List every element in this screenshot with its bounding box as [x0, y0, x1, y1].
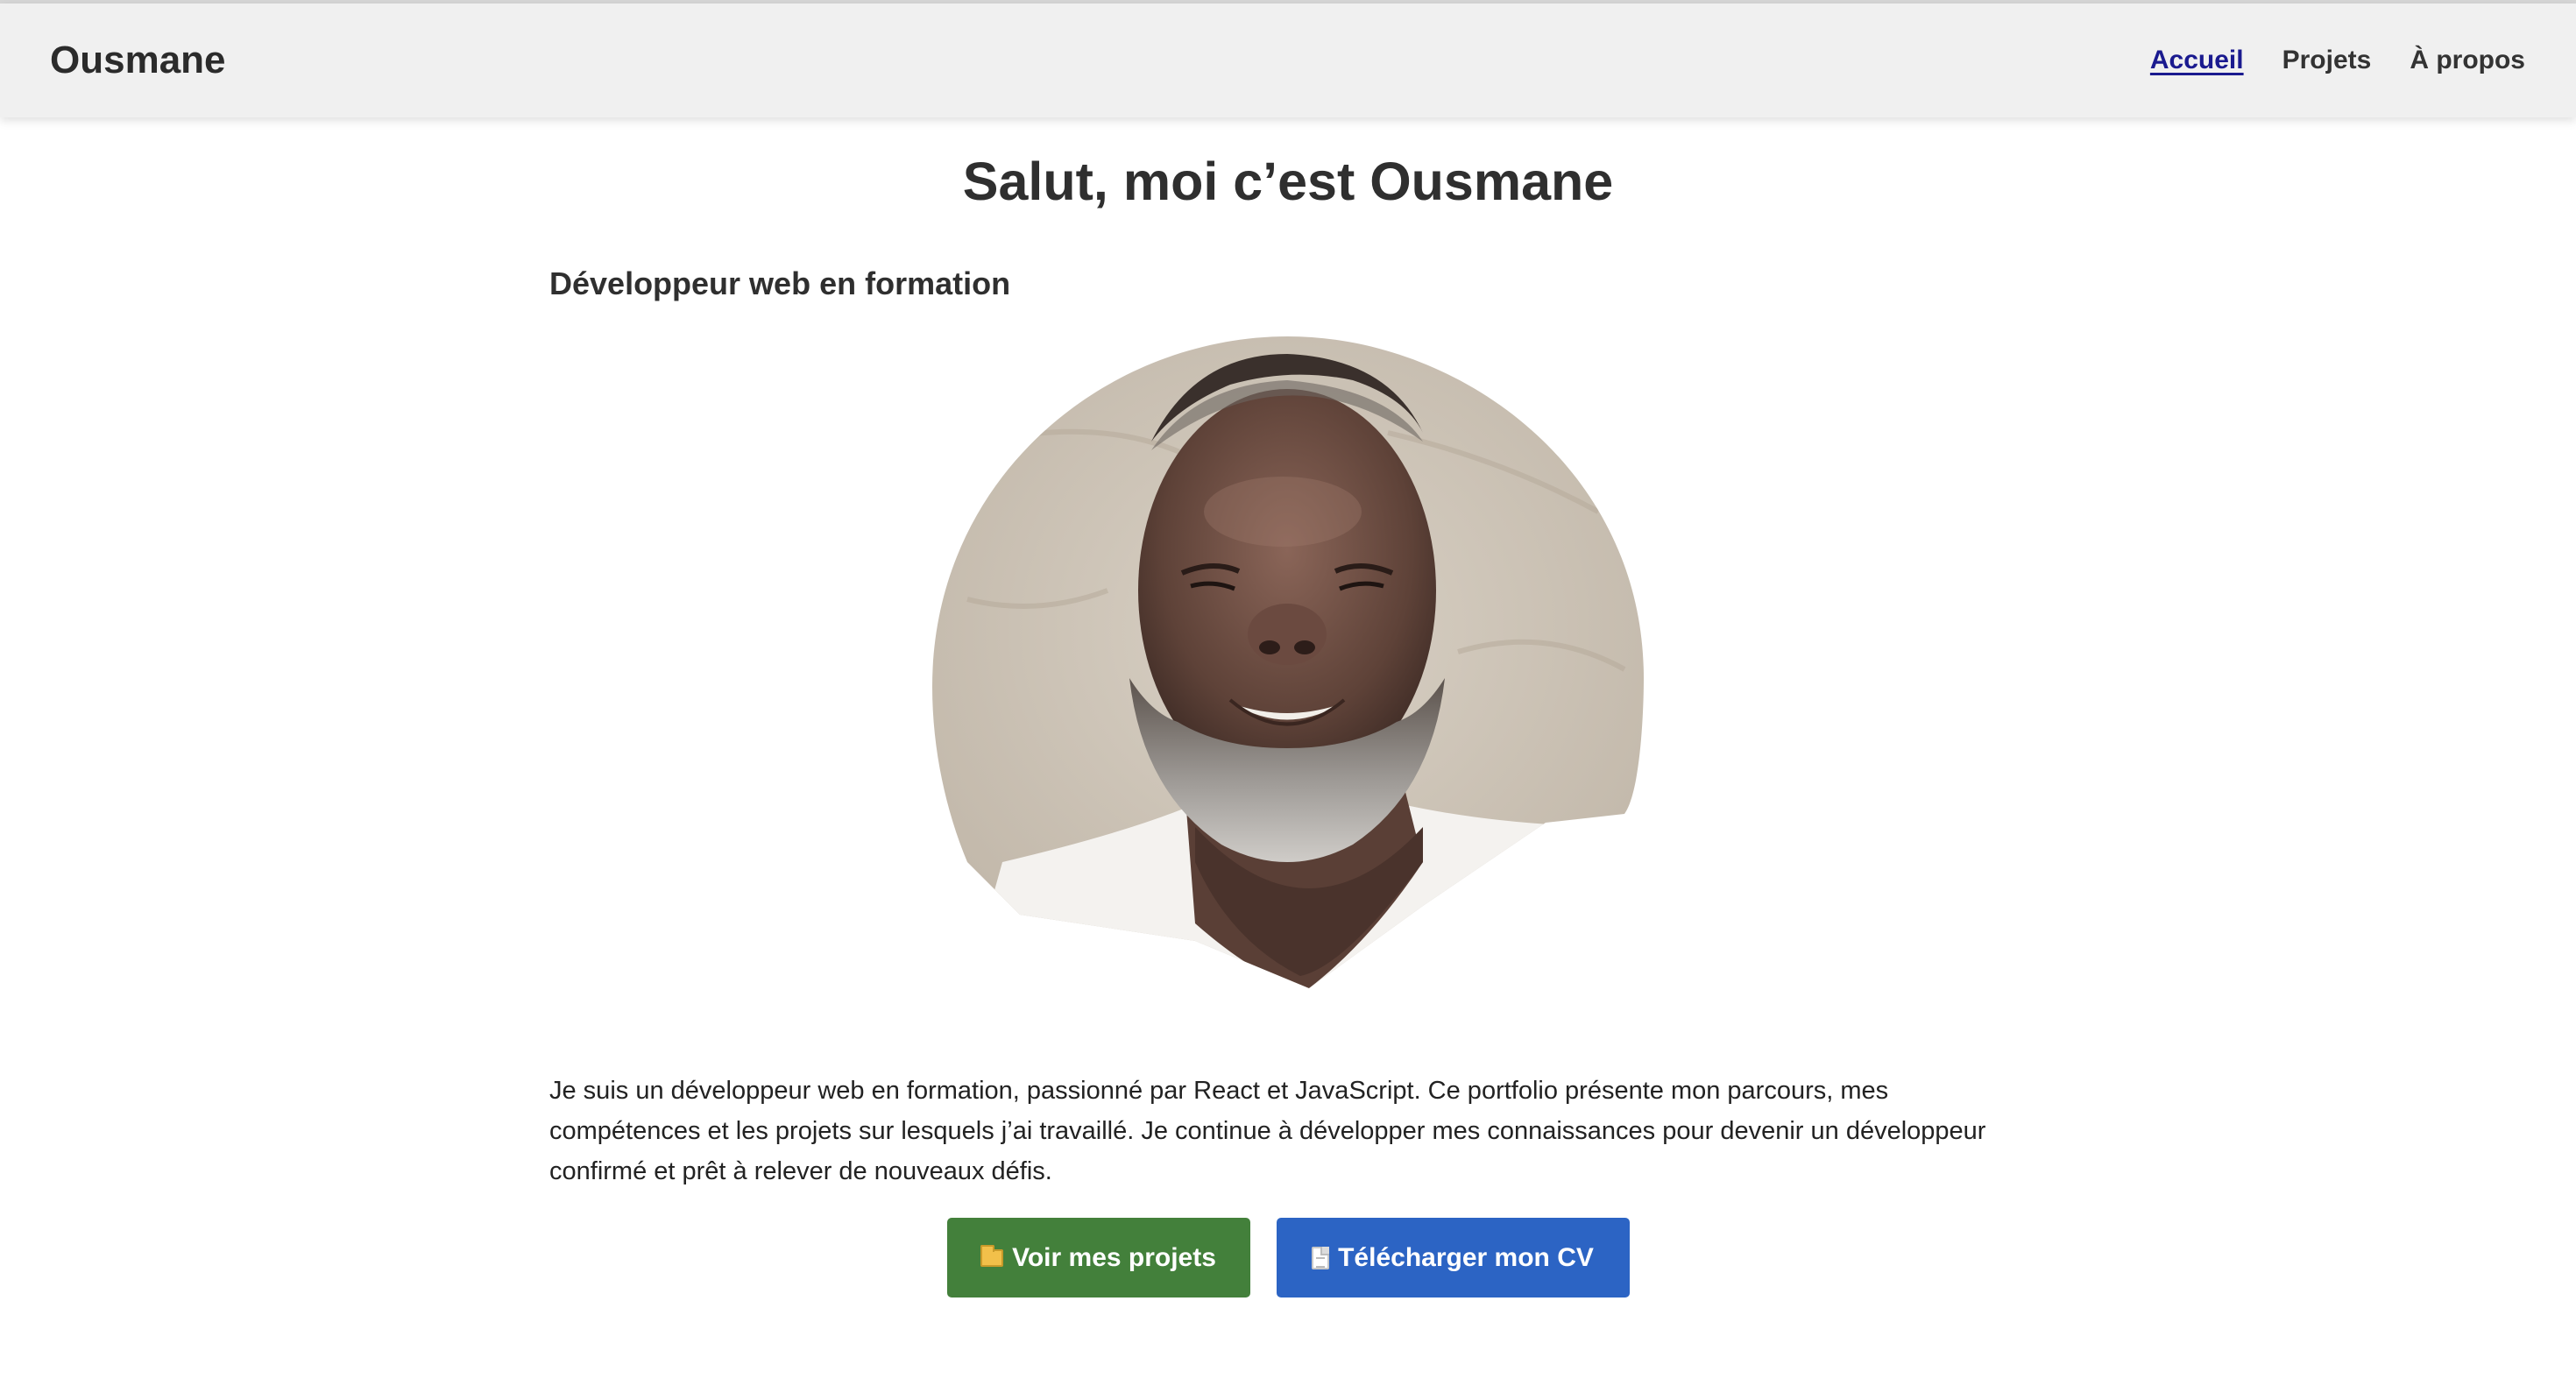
download-cv-button[interactable]: Télécharger mon CV — [1276, 1218, 1630, 1297]
page-title: Salut, moi c’est Ousmane — [962, 152, 1614, 211]
nav-link-projets[interactable]: Projets — [2282, 46, 2372, 74]
download-cv-label: Télécharger mon CV — [1338, 1242, 1594, 1272]
nav-item-projets: Projets — [2282, 46, 2372, 75]
nav-link-accueil[interactable]: Accueil — [2150, 46, 2244, 74]
bio-paragraph: Je suis un développeur web en formation,… — [549, 1077, 1986, 1185]
subtitle: Développeur web en formation — [549, 265, 1011, 301]
navbar: Ousmane Accueil Projets À propos — [0, 4, 2576, 117]
view-projects-button[interactable]: Voir mes projets — [946, 1218, 1250, 1297]
action-buttons: Voir mes projets Télécharger mon CV — [0, 1218, 2576, 1297]
folder-icon — [980, 1244, 1004, 1267]
nav-item-accueil: Accueil — [2150, 46, 2244, 75]
nav-links: Accueil Projets À propos — [2150, 4, 2525, 117]
nav-item-a-propos: À propos — [2410, 46, 2525, 75]
document-icon — [1312, 1246, 1330, 1269]
site-brand[interactable]: Ousmane — [50, 4, 226, 117]
nav-link-a-propos[interactable]: À propos — [2410, 46, 2525, 74]
view-projects-label: Voir mes projets — [1012, 1242, 1216, 1272]
profile-photo — [932, 336, 1644, 988]
